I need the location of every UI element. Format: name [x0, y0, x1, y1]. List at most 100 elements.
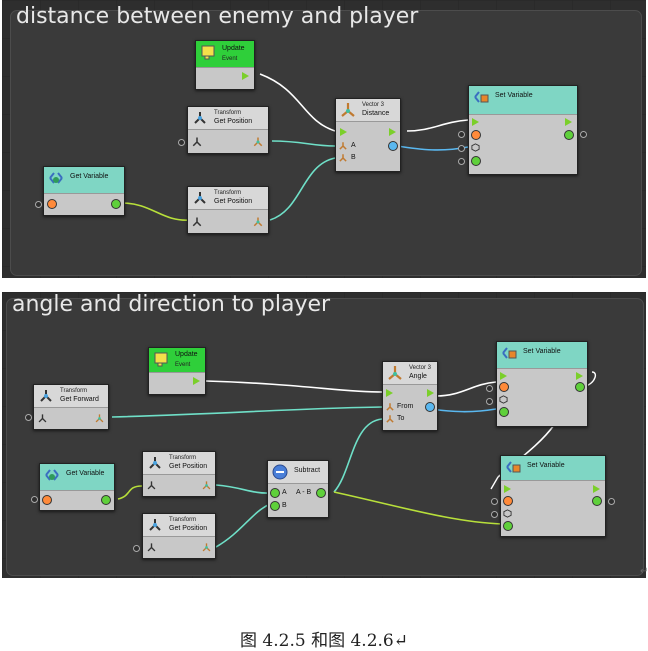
- flow-out-port[interactable]: [427, 389, 434, 397]
- node-title: Update: [222, 45, 245, 52]
- update-event-node[interactable]: Update Event: [148, 347, 206, 395]
- set-variable-node[interactable]: Set Variable: [468, 85, 578, 175]
- transform-get-position-node[interactable]: Transform Get Position: [187, 186, 269, 234]
- node-category: Transform: [169, 517, 197, 523]
- unconnected-port[interactable]: [491, 511, 498, 518]
- value-out-port[interactable]: [111, 199, 121, 209]
- variable-in-port[interactable]: [42, 495, 52, 505]
- unconnected-port[interactable]: [458, 145, 465, 152]
- value-in-port[interactable]: [503, 521, 513, 531]
- flow-in-port[interactable]: [340, 128, 347, 136]
- transform-port-icon[interactable]: [191, 216, 203, 228]
- vector-out-port-icon[interactable]: [201, 542, 212, 553]
- node-title: Angle: [409, 373, 427, 380]
- variable-icon: [45, 469, 59, 481]
- event-icon: [201, 45, 215, 60]
- unconnected-port[interactable]: [133, 545, 140, 552]
- b-in-port[interactable]: [270, 501, 280, 511]
- event-icon: [154, 352, 168, 367]
- flow-in-port[interactable]: [386, 389, 393, 397]
- vector-out-port-icon[interactable]: [94, 413, 105, 424]
- result-out-port[interactable]: [316, 488, 326, 498]
- get-variable-node[interactable]: Get Variable: [39, 463, 115, 511]
- flow-in-port[interactable]: [504, 485, 511, 493]
- flow-in-port[interactable]: [472, 118, 479, 126]
- vector-b-port-icon[interactable]: [338, 153, 348, 163]
- float-out-port[interactable]: [388, 141, 398, 151]
- graph-canvas-2[interactable]: angle and direction to player Update Eve…: [2, 292, 646, 578]
- figure-caption: 图 4.2.5 和图 4.2.6↵: [240, 631, 408, 651]
- object-port-icon[interactable]: [471, 143, 480, 152]
- value-out-port[interactable]: [101, 495, 111, 505]
- variable-port[interactable]: [471, 130, 481, 140]
- unconnected-port[interactable]: [608, 498, 615, 505]
- node-title: Set Variable: [495, 92, 533, 99]
- variable-port[interactable]: [499, 382, 509, 392]
- value-out-port[interactable]: [575, 382, 585, 392]
- value-in-port[interactable]: [471, 156, 481, 166]
- port-label-a: A: [282, 489, 287, 496]
- a-in-port[interactable]: [270, 488, 280, 498]
- unconnected-port[interactable]: [31, 496, 38, 503]
- unconnected-port[interactable]: [458, 131, 465, 138]
- unconnected-port[interactable]: [486, 385, 493, 392]
- vector3-angle-node[interactable]: Vector 3 Angle From To: [382, 361, 438, 431]
- node-title: Get Position: [214, 118, 253, 125]
- transform-get-forward-node[interactable]: Transform Get Forward: [33, 384, 109, 430]
- variable-port[interactable]: [503, 496, 513, 506]
- vector-to-port-icon[interactable]: [385, 414, 395, 424]
- vector-out-port-icon[interactable]: [252, 216, 264, 228]
- transform-get-position-node[interactable]: Transform Get Position: [142, 513, 216, 559]
- node-title: Get Forward: [60, 396, 99, 403]
- unconnected-port[interactable]: [580, 131, 587, 138]
- vector-a-port-icon[interactable]: [338, 141, 348, 151]
- flow-out-port[interactable]: [242, 72, 249, 80]
- transform-port-icon[interactable]: [146, 480, 157, 491]
- vector3-distance-node[interactable]: Vector 3 Distance A B: [335, 98, 401, 172]
- node-title: Get Position: [169, 525, 208, 532]
- node-category: Transform: [60, 388, 88, 394]
- unconnected-port[interactable]: [491, 498, 498, 505]
- transform-port-icon[interactable]: [191, 136, 203, 148]
- subtract-node[interactable]: Subtract A A - B B: [267, 460, 329, 518]
- transform-port-icon[interactable]: [146, 542, 157, 553]
- node-title: Get Variable: [70, 173, 109, 180]
- vector-out-port-icon[interactable]: [252, 136, 264, 148]
- set-variable-node[interactable]: Set Variable: [500, 455, 606, 537]
- unconnected-port[interactable]: [458, 158, 465, 165]
- return-mark: ↵: [640, 566, 648, 577]
- value-out-port[interactable]: [592, 496, 602, 506]
- vector-out-port-icon[interactable]: [201, 480, 212, 491]
- node-title: Get Position: [214, 198, 253, 205]
- flow-out-port[interactable]: [389, 128, 396, 136]
- port-label-b: B: [351, 154, 356, 161]
- object-port-icon[interactable]: [503, 509, 512, 518]
- set-variable-node[interactable]: Set Variable: [496, 341, 588, 427]
- update-event-node[interactable]: Update Event: [195, 40, 255, 90]
- variable-in-port[interactable]: [47, 199, 57, 209]
- unconnected-port[interactable]: [35, 201, 42, 208]
- object-port-icon[interactable]: [499, 395, 508, 404]
- flow-out-port[interactable]: [593, 485, 600, 493]
- value-out-port[interactable]: [564, 130, 574, 140]
- flow-out-port[interactable]: [565, 118, 572, 126]
- unconnected-port[interactable]: [486, 398, 493, 405]
- transform-icon: [149, 519, 161, 531]
- set-variable-icon: [506, 461, 521, 473]
- value-in-port[interactable]: [499, 407, 509, 417]
- flow-out-port[interactable]: [576, 372, 583, 380]
- unconnected-port[interactable]: [178, 139, 185, 146]
- vector-from-port-icon[interactable]: [385, 402, 395, 412]
- flow-out-port[interactable]: [193, 377, 200, 385]
- graph-canvas-1[interactable]: distance between enemy and player Update…: [2, 0, 646, 278]
- transform-port-icon[interactable]: [37, 413, 48, 424]
- transform-get-position-node[interactable]: Transform Get Position: [187, 106, 269, 154]
- float-out-port[interactable]: [425, 402, 435, 412]
- transform-get-position-node[interactable]: Transform Get Position: [142, 451, 216, 497]
- node-category: Transform: [169, 455, 197, 461]
- node-subtitle: Event: [175, 362, 191, 368]
- flow-in-port[interactable]: [500, 372, 507, 380]
- unconnected-port[interactable]: [25, 414, 32, 421]
- get-variable-node[interactable]: Get Variable: [43, 166, 125, 216]
- node-category: Vector 3: [362, 102, 385, 108]
